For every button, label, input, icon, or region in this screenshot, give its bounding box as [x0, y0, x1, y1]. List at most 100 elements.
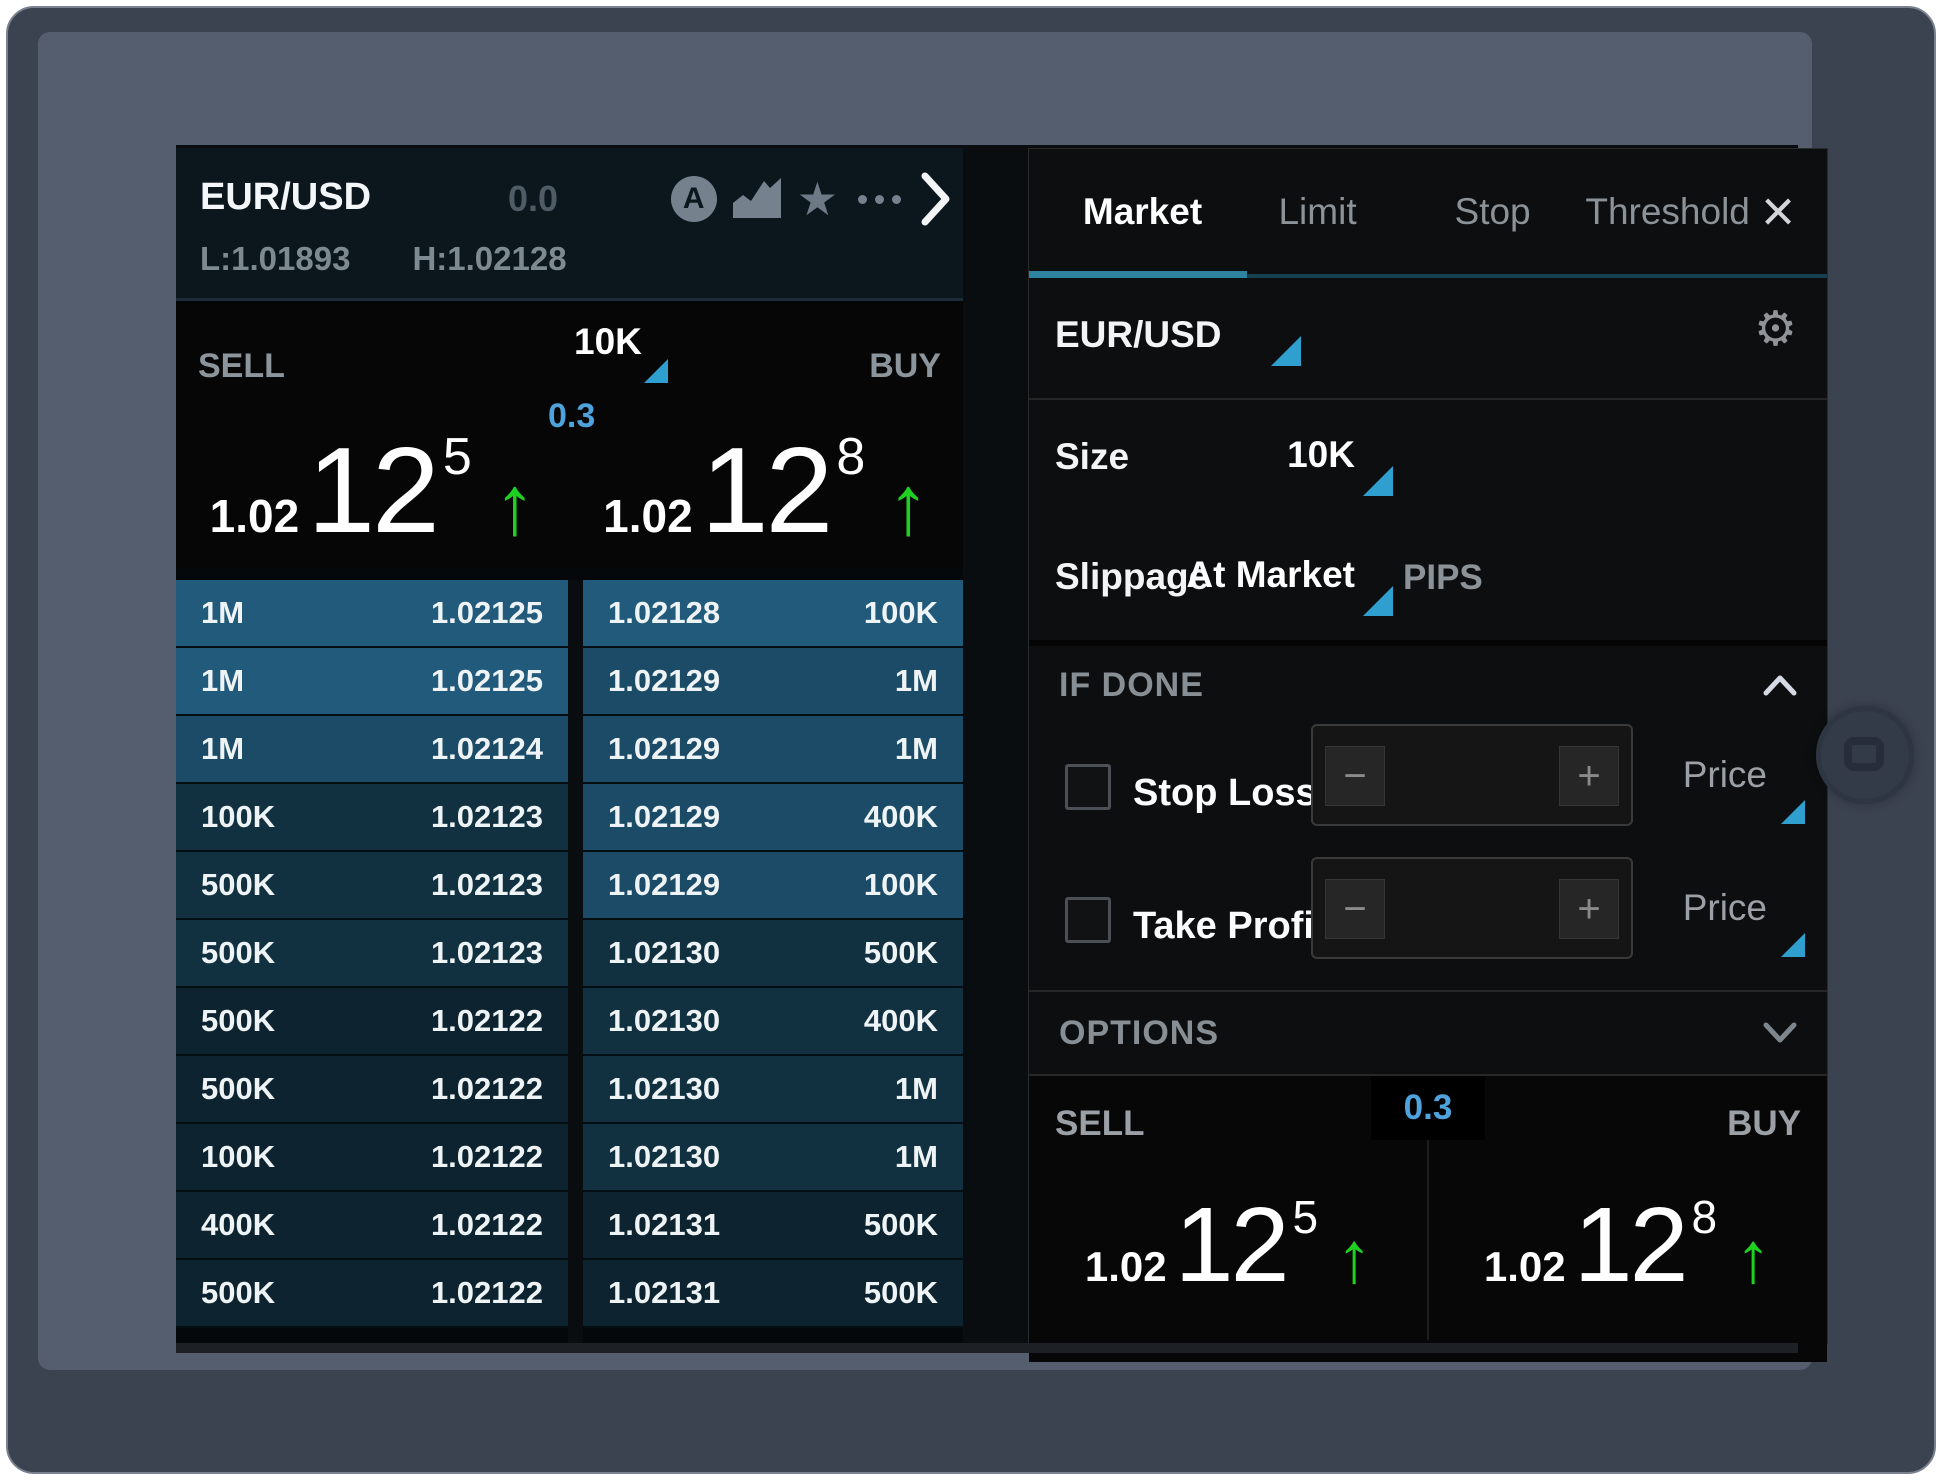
take-profit-stepper[interactable]: − + [1311, 857, 1633, 959]
buy-button[interactable]: 1.02 12 8 ↑ [603, 429, 929, 551]
ask-row[interactable]: 1.02131 500K [583, 1192, 963, 1260]
sell-price-pip: 5 [1293, 1194, 1319, 1240]
auto-badge-icon[interactable]: A [671, 176, 717, 222]
bid-row[interactable]: 400K 1.02122 [176, 1192, 568, 1260]
ask-row[interactable]: 1.02129 100K [583, 852, 963, 920]
take-profit-checkbox[interactable] [1065, 897, 1111, 943]
ask-row[interactable]: 1.02129 400K [583, 784, 963, 852]
ticket-symbol-selector[interactable]: EUR/USD [1055, 314, 1222, 356]
trade-size-selector[interactable]: 10K [574, 321, 642, 363]
ask-price: 1.02129 [608, 867, 720, 903]
bid-size: 500K [201, 1003, 275, 1039]
tab-market[interactable]: Market [1055, 191, 1230, 233]
chevron-up-icon[interactable] [1763, 674, 1797, 696]
top-quote-board: SELL BUY 10K 0.3 1.02 12 5 ↑ [176, 301, 963, 568]
chevron-down-icon[interactable] [1763, 1022, 1797, 1044]
ask-row[interactable]: 1.02130 1M [583, 1124, 963, 1192]
bid-row[interactable]: 500K 1.02122 [176, 1056, 568, 1124]
slippage-dropdown-triangle-icon[interactable] [1363, 586, 1393, 616]
bid-price: 1.02122 [431, 1275, 543, 1311]
gear-icon[interactable]: ⚙ [1754, 306, 1797, 354]
auto-badge-letter: A [683, 182, 705, 216]
size-dropdown-triangle-icon[interactable] [1363, 466, 1393, 496]
ask-ladder: 1.02128 100K 1.02129 1M 1.02129 1M 1.021… [583, 580, 963, 1344]
plus-button[interactable]: + [1559, 746, 1619, 806]
bid-price: 1.02123 [431, 799, 543, 835]
sell-price-pip: 5 [443, 431, 472, 483]
sell-price-prefix: 1.02 [210, 493, 300, 551]
bid-row[interactable]: 500K 1.02123 [176, 920, 568, 988]
tab-limit[interactable]: Limit [1230, 191, 1405, 233]
sell-button[interactable]: 1.02 12 5 ↑ [1085, 1192, 1372, 1298]
chevron-right-icon[interactable] [921, 172, 951, 226]
star-icon[interactable]: ★ [797, 176, 838, 222]
ask-row[interactable]: 1.02131 500K [583, 1260, 963, 1328]
buy-price-pip: 8 [1692, 1194, 1718, 1240]
buy-price-pip: 8 [836, 431, 865, 483]
bid-price: 1.02122 [431, 1139, 543, 1175]
bid-price: 1.02122 [431, 1003, 543, 1039]
up-arrow-icon: ↑ [887, 463, 929, 551]
ask-size: 500K [864, 1207, 938, 1243]
ask-price: 1.02128 [608, 595, 720, 631]
bid-price: 1.02123 [431, 867, 543, 903]
ask-row[interactable]: 1.02129 1M [583, 716, 963, 784]
take-profit-price-type[interactable]: Price [1683, 887, 1767, 929]
up-arrow-icon: ↑ [494, 463, 536, 551]
spread-badge: 0.3 [1371, 1076, 1485, 1140]
minus-button[interactable]: − [1325, 746, 1385, 806]
stop-loss-checkbox[interactable] [1065, 764, 1111, 810]
ask-price: 1.02131 [608, 1207, 720, 1243]
ask-price: 1.02129 [608, 799, 720, 835]
bid-row[interactable]: 500K 1.02122 [176, 988, 568, 1056]
ticket-symbol-row: EUR/USD ⚙ [1029, 278, 1827, 400]
tab-threshold[interactable]: Threshold [1580, 191, 1755, 233]
ask-row[interactable]: 1.02130 400K [583, 988, 963, 1056]
bid-row[interactable]: 1M 1.02125 [176, 648, 568, 716]
bid-row[interactable]: 500K 1.02122 [176, 1260, 568, 1328]
buy-button[interactable]: 1.02 12 8 ↑ [1484, 1192, 1771, 1298]
bid-size: 1M [201, 731, 244, 767]
size-dropdown-triangle-icon[interactable] [644, 359, 668, 383]
close-icon[interactable]: × [1755, 183, 1801, 241]
sell-half: 1.02 12 5 ↑ [1029, 1140, 1428, 1350]
sell-label: SELL [1055, 1104, 1144, 1144]
ask-price: 1.02131 [608, 1275, 720, 1311]
ask-size: 400K [864, 1003, 938, 1039]
bid-row[interactable]: 500K 1.02123 [176, 852, 568, 920]
size-value-selector[interactable]: 10K [1029, 434, 1355, 476]
ask-row[interactable]: 1.02130 500K [583, 920, 963, 988]
ask-price: 1.02130 [608, 1003, 720, 1039]
chart-icon[interactable] [733, 176, 781, 223]
plus-button[interactable]: + [1559, 879, 1619, 939]
price-dropdown-triangle-icon[interactable] [1781, 933, 1805, 957]
bid-row[interactable]: 100K 1.02123 [176, 784, 568, 852]
sell-button[interactable]: 1.02 12 5 ↑ [210, 429, 536, 551]
ask-row[interactable]: 1.02129 1M [583, 648, 963, 716]
app-bottom-strip [176, 1343, 1798, 1353]
sell-half: 1.02 12 5 ↑ [176, 411, 570, 568]
tablet-bezel: EUR/USD 0.0 A ★ [6, 6, 1936, 1474]
bid-row[interactable]: 1M 1.02125 [176, 580, 568, 648]
bid-price: 1.02125 [431, 595, 543, 631]
ticket-price-row: 1.02 12 5 ↑ 1.02 12 8 [1029, 1140, 1827, 1350]
home-button[interactable] [1816, 706, 1914, 804]
stop-loss-price-type[interactable]: Price [1683, 754, 1767, 796]
tab-stop[interactable]: Stop [1405, 191, 1580, 233]
bid-row[interactable]: 1M 1.02124 [176, 716, 568, 784]
buy-price-prefix: 1.02 [603, 493, 693, 551]
more-options-icon[interactable] [854, 195, 905, 204]
buy-label: BUY [869, 347, 941, 386]
ask-row[interactable]: 1.02130 1M [583, 1056, 963, 1124]
buy-label: BUY [1727, 1104, 1801, 1144]
bid-ladder: 1M 1.02125 1M 1.02125 1M 1.02124 100K [176, 580, 568, 1344]
buy-price-prefix: 1.02 [1484, 1246, 1566, 1298]
bid-row[interactable]: 100K 1.02122 [176, 1124, 568, 1192]
stop-loss-stepper[interactable]: − + [1311, 724, 1633, 826]
ask-size: 1M [895, 663, 938, 699]
minus-button[interactable]: − [1325, 879, 1385, 939]
price-dropdown-triangle-icon[interactable] [1781, 800, 1805, 824]
ask-row[interactable]: 1.02128 100K [583, 580, 963, 648]
slippage-value-selector[interactable]: At Market [1029, 554, 1355, 596]
symbol-dropdown-triangle-icon[interactable] [1271, 336, 1301, 366]
